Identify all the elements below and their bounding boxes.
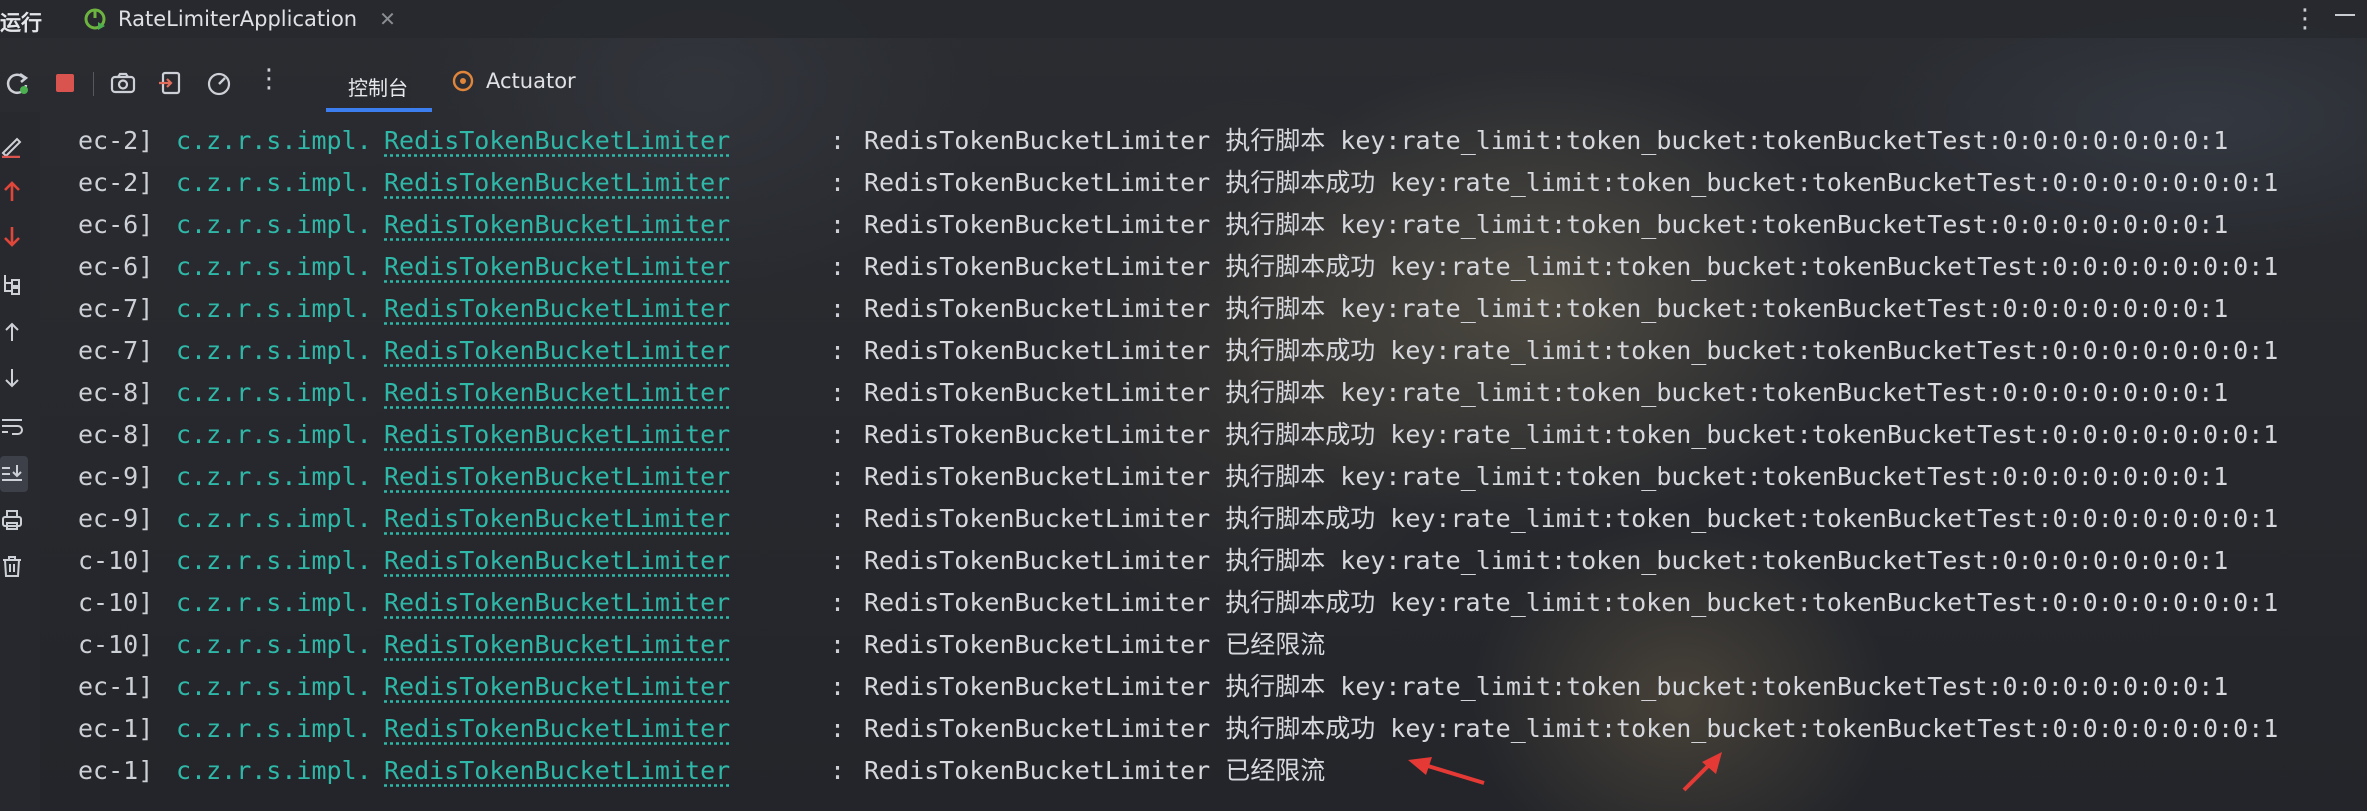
annotation-arrows [1408,752,1722,792]
annotation-arrow-left [1408,757,1485,785]
annotation-arrow-right [1682,752,1722,792]
